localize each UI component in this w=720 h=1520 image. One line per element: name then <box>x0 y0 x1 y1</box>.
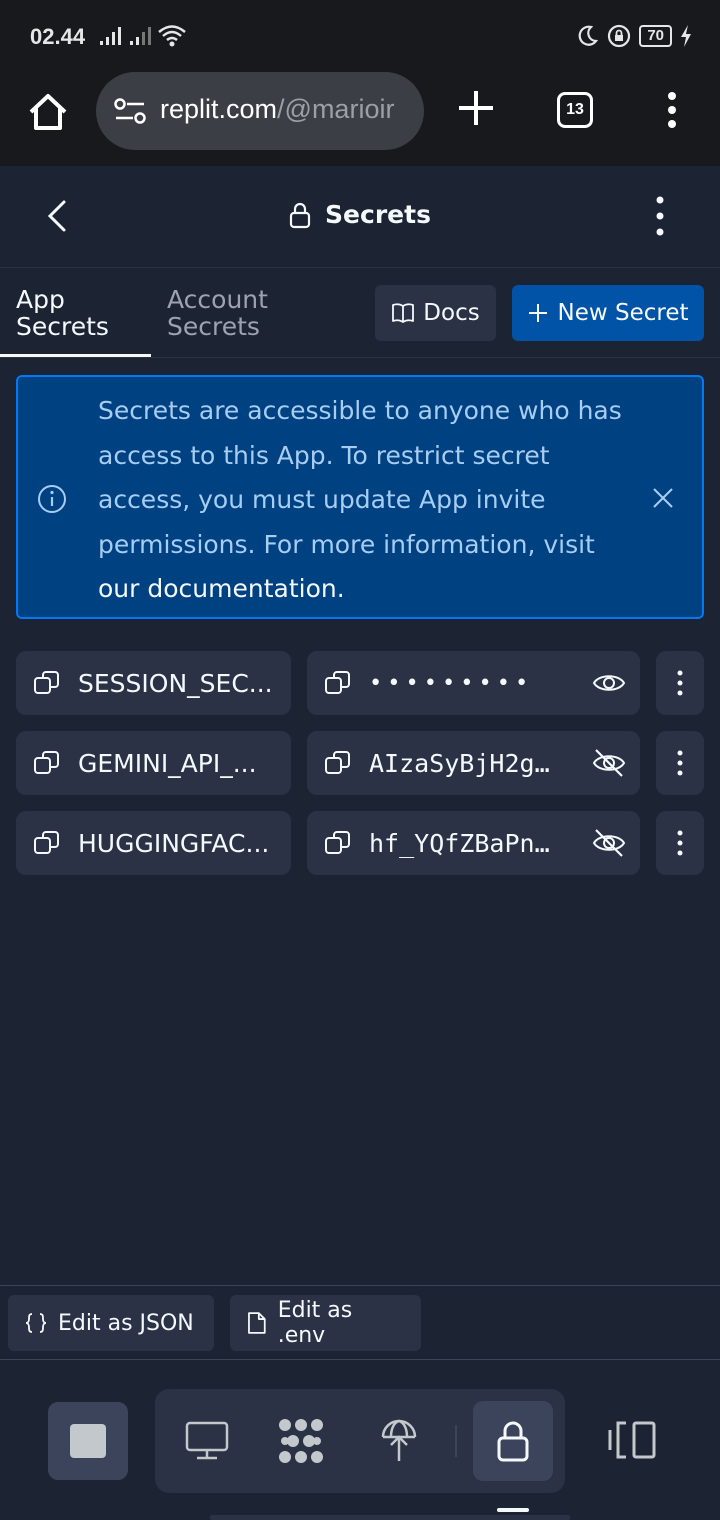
secrets-tool[interactable] <box>473 1401 553 1481</box>
tab-switcher-button[interactable]: 13 <box>557 92 593 128</box>
bottom-nav <box>0 1360 720 1520</box>
edit-as-json-button[interactable]: Edit as JSON <box>8 1295 214 1351</box>
more-vertical-icon[interactable] <box>648 194 672 238</box>
banner-message: Secrets are accessible to anyone who has… <box>98 389 638 612</box>
secret-key: SESSION_SEC... <box>78 668 273 698</box>
secret-value-cell[interactable]: ••••••••• <box>307 651 640 715</box>
eye-icon[interactable] <box>592 667 626 699</box>
banner-text: Secrets are accessible to anyone who has… <box>98 396 622 559</box>
secret-value-cell[interactable]: hf_YQfZBaPn… <box>307 811 640 875</box>
url-host: replit.com <box>160 94 278 124</box>
copy-icon[interactable] <box>32 828 62 858</box>
tab-account-line1: Account <box>167 285 268 314</box>
copy-icon[interactable] <box>32 748 62 778</box>
info-banner: Secrets are accessible to anyone who has… <box>16 375 704 619</box>
lock-icon <box>289 202 311 228</box>
plus-icon <box>528 304 547 322</box>
secret-value: AIzaSyBjH2g… <box>369 748 550 778</box>
vpn-lock-icon <box>608 24 631 48</box>
signal-icon-2 <box>130 27 154 45</box>
site-settings-icon[interactable] <box>114 98 146 124</box>
browser-menu-icon[interactable] <box>662 90 682 130</box>
stop-icon <box>70 1424 106 1458</box>
secret-value: ••••••••• <box>369 670 534 696</box>
address-bar[interactable]: replit.com/@marioir <box>96 72 424 150</box>
secret-value-cell[interactable]: AIzaSyBjH2g… <box>307 731 640 795</box>
secret-key-cell[interactable]: GEMINI_API_... <box>16 731 291 795</box>
new-tab-icon[interactable] <box>456 88 496 128</box>
more-vertical-icon <box>677 670 683 696</box>
copy-icon[interactable] <box>32 668 62 698</box>
edit-json-label: Edit as JSON <box>58 1310 194 1336</box>
tab-account-line2: Secrets <box>167 312 260 341</box>
secret-value: hf_YQfZBaPn… <box>369 828 550 858</box>
secret-row-menu[interactable] <box>656 651 704 715</box>
secret-key-cell[interactable]: SESSION_SEC... <box>16 651 291 715</box>
braces-icon <box>25 1313 47 1333</box>
stop-button[interactable] <box>48 1402 128 1480</box>
copy-icon[interactable] <box>323 668 353 698</box>
wifi-icon <box>158 25 186 47</box>
documentation-link[interactable]: our documentation. <box>98 574 345 603</box>
edit-as-env-button[interactable]: Edit as .env <box>230 1295 421 1351</box>
copy-icon[interactable] <box>323 828 353 858</box>
lock-icon <box>497 1421 529 1462</box>
secret-key: GEMINI_API_... <box>78 748 257 778</box>
nav-separator <box>455 1425 457 1457</box>
url-text: replit.com/@marioir <box>160 94 394 125</box>
secret-row-menu[interactable] <box>656 811 704 875</box>
copy-icon[interactable] <box>323 748 353 778</box>
bottom-edge <box>210 1515 570 1520</box>
edit-env-label: Edit as .env <box>277 1298 353 1348</box>
moon-icon <box>578 25 599 46</box>
more-vertical-icon <box>677 830 683 856</box>
monitor-icon <box>185 1421 229 1460</box>
agent-icon <box>279 1419 323 1463</box>
secret-row-menu[interactable] <box>656 731 704 795</box>
agent-tool[interactable] <box>261 1401 341 1481</box>
eye-off-icon[interactable] <box>592 827 626 859</box>
tool-switcher <box>155 1389 565 1493</box>
charging-icon <box>681 25 691 47</box>
new-secret-label: New Secret <box>557 300 689 326</box>
secret-row: HUGGINGFAC... hf_YQfZBaPn… <box>16 811 704 875</box>
docs-label: Docs <box>423 300 480 326</box>
deploy-icon <box>381 1419 417 1461</box>
secret-row: SESSION_SEC... ••••••••• <box>16 651 704 715</box>
page-title: Secrets <box>289 200 431 229</box>
page-title-text: Secrets <box>325 200 431 229</box>
footer-divider <box>0 1285 720 1286</box>
signal-icon <box>100 27 124 45</box>
preview-tool[interactable] <box>167 1401 247 1481</box>
url-path: /@marioir <box>277 94 395 124</box>
status-bar: 02.44 70 <box>0 0 720 72</box>
secret-row: GEMINI_API_... AIzaSyBjH2g… <box>16 731 704 795</box>
layout-toggle-icon[interactable] <box>600 1418 660 1462</box>
tab-app-secrets[interactable]: App Secrets <box>16 286 109 340</box>
status-time: 02.44 <box>30 24 86 49</box>
more-vertical-icon <box>677 750 683 776</box>
tab-account-secrets[interactable]: Account Secrets <box>167 286 268 340</box>
file-icon <box>248 1312 266 1334</box>
battery-level: 70 <box>639 25 672 47</box>
tabs-divider <box>0 357 720 358</box>
book-icon <box>392 303 415 323</box>
info-icon <box>38 485 66 513</box>
docs-button[interactable]: Docs <box>375 285 496 341</box>
secret-key: HUGGINGFAC... <box>78 828 270 858</box>
close-icon[interactable] <box>650 485 676 511</box>
secret-key-cell[interactable]: HUGGINGFAC... <box>16 811 291 875</box>
tab-app-line2: Secrets <box>16 312 109 341</box>
new-secret-button[interactable]: New Secret <box>512 285 704 341</box>
tab-app-line1: App <box>16 285 65 314</box>
browser-toolbar: replit.com/@marioir 13 <box>0 72 720 166</box>
home-indicator <box>497 1508 529 1512</box>
eye-off-icon[interactable] <box>592 747 626 779</box>
app-header: Secrets <box>0 166 720 268</box>
deploy-tool[interactable] <box>359 1401 439 1481</box>
home-icon[interactable] <box>26 90 70 134</box>
